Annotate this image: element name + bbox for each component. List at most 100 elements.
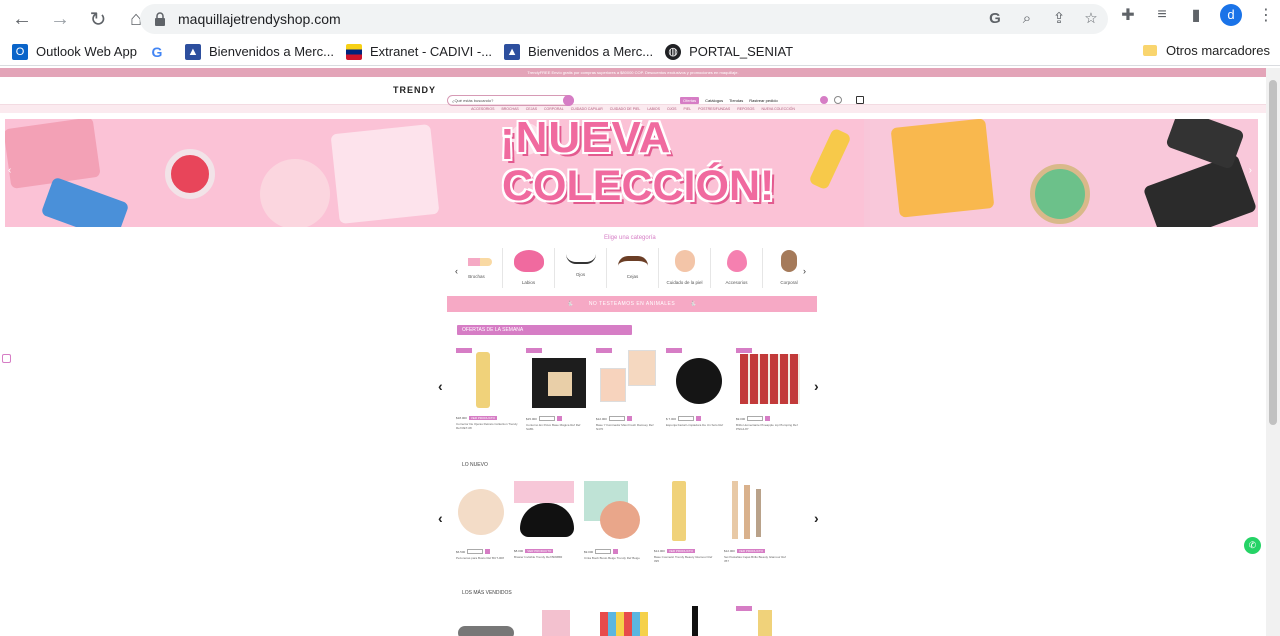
catmenu-item[interactable]: NUEVA COLECCIÓN — [762, 105, 795, 113]
nuevo-prev-icon[interactable]: ‹ — [438, 510, 443, 526]
product-card[interactable] — [456, 606, 518, 636]
catmenu-item[interactable]: LABIOS — [647, 105, 660, 113]
product-image[interactable] — [596, 348, 656, 408]
quantity-input[interactable] — [538, 416, 555, 421]
quantity-input[interactable] — [595, 549, 612, 554]
nuevo-next-icon[interactable]: › — [814, 510, 819, 526]
product-card[interactable]: $12.000 VER PRODUCTO Set Pestañas Cejas B… — [724, 481, 786, 563]
whatsapp-icon[interactable]: ✆ — [1244, 537, 1261, 554]
google-lens-icon[interactable]: G — [986, 10, 1004, 27]
product-card[interactable]: $8.000 VER PRODUCTO Brasier Invisible Tre… — [514, 481, 576, 563]
address-bar[interactable]: maquillajetrendyshop.com G ⌕ ⇪ ☆ — [140, 4, 1108, 34]
zoom-icon[interactable]: ⌕ — [1018, 10, 1036, 27]
add-to-cart-icon[interactable] — [556, 416, 562, 421]
star-icon[interactable]: ☆ — [1082, 9, 1100, 27]
categories-next-icon[interactable]: › — [803, 266, 806, 276]
product-name[interactable]: Esponja Facial Limpiadora De Un Solo Ref — [666, 423, 728, 427]
product-card[interactable] — [596, 606, 658, 636]
page-scrollbar[interactable] — [1266, 68, 1280, 636]
product-name[interactable]: Brillo Humectante Pineapple Lip Plumping… — [736, 423, 798, 431]
cart-icon[interactable] — [856, 96, 864, 104]
product-image[interactable] — [526, 606, 586, 636]
forward-icon[interactable]: → — [44, 3, 76, 35]
menu-icon[interactable]: ⋮ — [1256, 5, 1276, 25]
product-image[interactable] — [456, 348, 516, 408]
profile-avatar[interactable]: d — [1220, 4, 1242, 26]
product-card[interactable] — [736, 606, 798, 636]
product-image[interactable] — [514, 481, 574, 541]
product-image[interactable] — [666, 348, 726, 408]
category-cejas[interactable]: Cejas — [607, 248, 659, 288]
quantity-input[interactable] — [678, 416, 695, 421]
add-to-cart-icon[interactable] — [626, 416, 632, 421]
ver-producto-button[interactable]: VER PRODUCTO — [468, 416, 497, 420]
product-name[interactable]: Base Cosmetic Trendy Beauty Glamour Ref … — [654, 555, 716, 563]
catmenu-item[interactable]: BROCHAS — [501, 105, 518, 113]
reload-icon[interactable]: ↻ — [82, 3, 114, 35]
search-icon[interactable] — [563, 95, 574, 106]
share-icon[interactable]: ⇪ — [1050, 9, 1068, 27]
product-name[interactable]: Set Pestañas Cejas Brillo Beauty Glamour… — [724, 555, 786, 563]
add-to-cart-icon[interactable] — [765, 416, 771, 421]
menu-catalogos[interactable]: Catálogos — [705, 98, 723, 103]
product-image[interactable] — [666, 606, 726, 636]
product-card[interactable]: $12.000 Base Y Iluminador Maxi Fresh Ram… — [596, 348, 658, 431]
other-bookmarks[interactable]: Otros marcadores — [1142, 43, 1270, 58]
banner-prev-icon[interactable]: ‹ — [8, 165, 11, 176]
category-cuidado-piel[interactable]: Cuidado de la piel — [659, 248, 711, 288]
bookmark-mercantil-2[interactable]: ▲ Bienvenidos a Merc... — [504, 43, 653, 60]
ofertas-prev-icon[interactable]: ‹ — [438, 378, 443, 394]
product-card[interactable] — [526, 606, 588, 636]
product-card[interactable]: $ 7.000 Esponja Facial Limpiadora De Un … — [666, 348, 728, 431]
catmenu-item[interactable]: OJOS — [667, 105, 677, 113]
shop-logo[interactable]: TRENDY — [393, 85, 436, 95]
add-to-cart-icon[interactable] — [613, 549, 619, 554]
product-card[interactable]: $14.000 VER PRODUCTO Base Cosmetic Trendy… — [654, 481, 716, 563]
bookmark-mercantil-1[interactable]: ▲ Bienvenidos a Merc... — [184, 43, 334, 60]
catmenu-item[interactable]: CORPORAL — [544, 105, 564, 113]
banner-next-icon[interactable]: › — [1249, 165, 1252, 176]
product-card[interactable]: $6.500 Pezoneras para Busto Ref BUT-008 — [456, 481, 506, 563]
category-corporal[interactable]: Corporal — [763, 248, 815, 288]
catmenu-item[interactable]: CUIDADO DE PIEL — [610, 105, 641, 113]
catmenu-item[interactable]: PIEL — [684, 105, 692, 113]
quantity-input[interactable] — [467, 549, 484, 554]
product-image[interactable] — [456, 481, 506, 541]
quantity-input[interactable] — [608, 416, 625, 421]
add-to-cart-icon[interactable] — [485, 549, 491, 554]
ver-producto-button[interactable]: VER PRODUCTO — [736, 549, 765, 553]
extensions-icon[interactable]: ✚ — [1118, 5, 1138, 25]
sidepanel-icon[interactable]: ▮ — [1186, 5, 1206, 25]
bookmark-google[interactable]: G — [149, 44, 173, 60]
catmenu-item[interactable]: CUIDADO CAPILAR — [571, 105, 603, 113]
product-name[interactable]: Corrector De Ojeras Retrato Collection T… — [456, 422, 518, 430]
scrollbar-thumb[interactable] — [1269, 80, 1277, 425]
product-image[interactable] — [724, 481, 784, 541]
bookmark-cadivi[interactable]: Extranet - CADIVI -... — [345, 43, 492, 60]
product-name[interactable]: Cinta Boob Busto Beige Trendy Ref Beige — [584, 556, 646, 560]
search-input[interactable]: ¿Qué estás buscando? — [447, 95, 574, 106]
catmenu-item[interactable]: REPOSOS — [737, 105, 754, 113]
hero-banner[interactable]: ♥ ¡NUEVA COLECCIÓN! ‹ › — [5, 119, 1258, 227]
product-name[interactable]: Brasier Invisible Trendy Ref BRMBR — [514, 555, 576, 559]
product-card[interactable]: $9.000 Cinta Boob Busto Beige Trendy Ref… — [584, 481, 646, 563]
add-to-cart-icon[interactable] — [696, 416, 702, 421]
instagram-icon[interactable] — [2, 354, 11, 363]
category-accesorios[interactable]: Accesorios — [711, 248, 763, 288]
category-ojos[interactable]: Ojos — [555, 248, 607, 288]
url-text[interactable]: maquillajetrendyshop.com — [178, 11, 341, 27]
back-icon[interactable]: ← — [6, 3, 38, 35]
category-labios[interactable]: Labios — [503, 248, 555, 288]
product-card[interactable]: $15.000 Contorno En Polvo Base Mágica Re… — [526, 348, 588, 431]
menu-rastrear[interactable]: Rastrear pedido — [749, 98, 777, 103]
product-image[interactable] — [456, 606, 516, 636]
ver-producto-button[interactable]: VER PRODUCTO — [666, 549, 695, 553]
product-card[interactable] — [666, 606, 728, 636]
bookmark-seniat[interactable]: ◍ PORTAL_SENIAT — [665, 43, 793, 60]
heart-icon[interactable] — [834, 96, 842, 104]
product-name[interactable]: Pezoneras para Busto Ref BUT-008 — [456, 556, 506, 560]
catmenu-item[interactable]: CEJAS — [526, 105, 537, 113]
ofertas-next-icon[interactable]: › — [814, 378, 819, 394]
product-image[interactable] — [736, 606, 796, 636]
product-card[interactable]: $18.000 VER PRODUCTO Corrector De Ojeras … — [456, 348, 518, 431]
